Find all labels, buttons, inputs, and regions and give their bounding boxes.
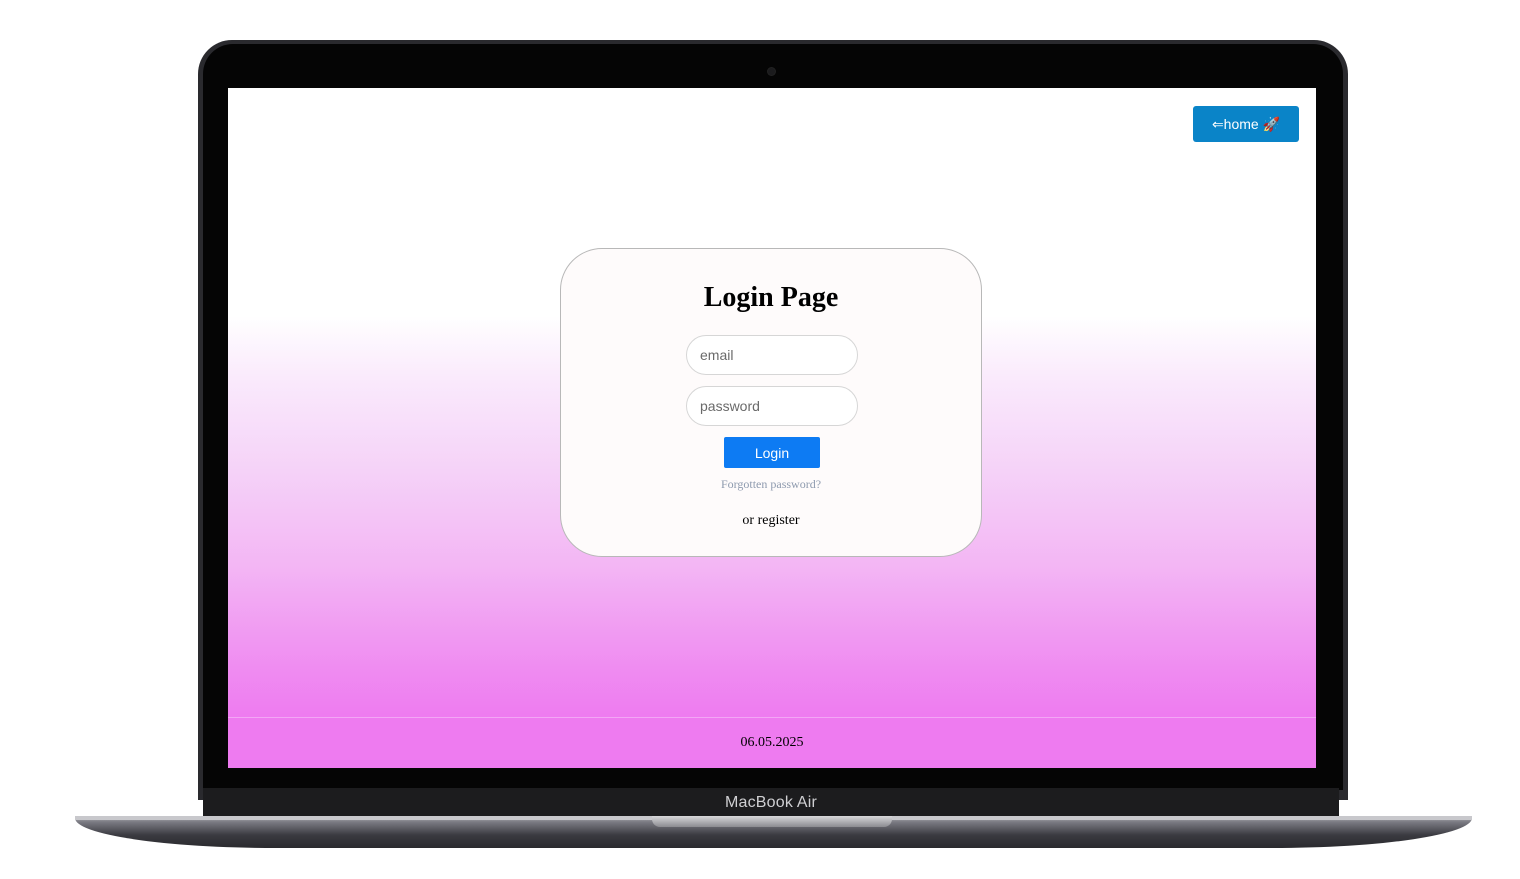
laptop-hinge-notch xyxy=(652,816,892,827)
password-field[interactable] xyxy=(686,386,858,426)
home-button[interactable]: ⇐home 🚀 xyxy=(1193,106,1299,142)
footer-divider xyxy=(228,717,1316,718)
login-button[interactable]: Login xyxy=(724,437,820,468)
laptop-screen: ⇐home 🚀 Login Page Login Forgotten passw… xyxy=(228,88,1316,768)
forgot-password-link[interactable]: Forgotten password? xyxy=(561,477,981,492)
page-title: Login Page xyxy=(703,282,839,313)
footer-date: 06.05.2025 xyxy=(740,735,804,750)
login-card: Login Page Login Forgotten password? or … xyxy=(560,248,982,557)
webcam-icon xyxy=(768,68,775,75)
email-field[interactable] xyxy=(686,335,858,375)
device-brand-label: MacBook Air xyxy=(724,794,817,811)
register-link[interactable]: or register xyxy=(561,513,981,529)
